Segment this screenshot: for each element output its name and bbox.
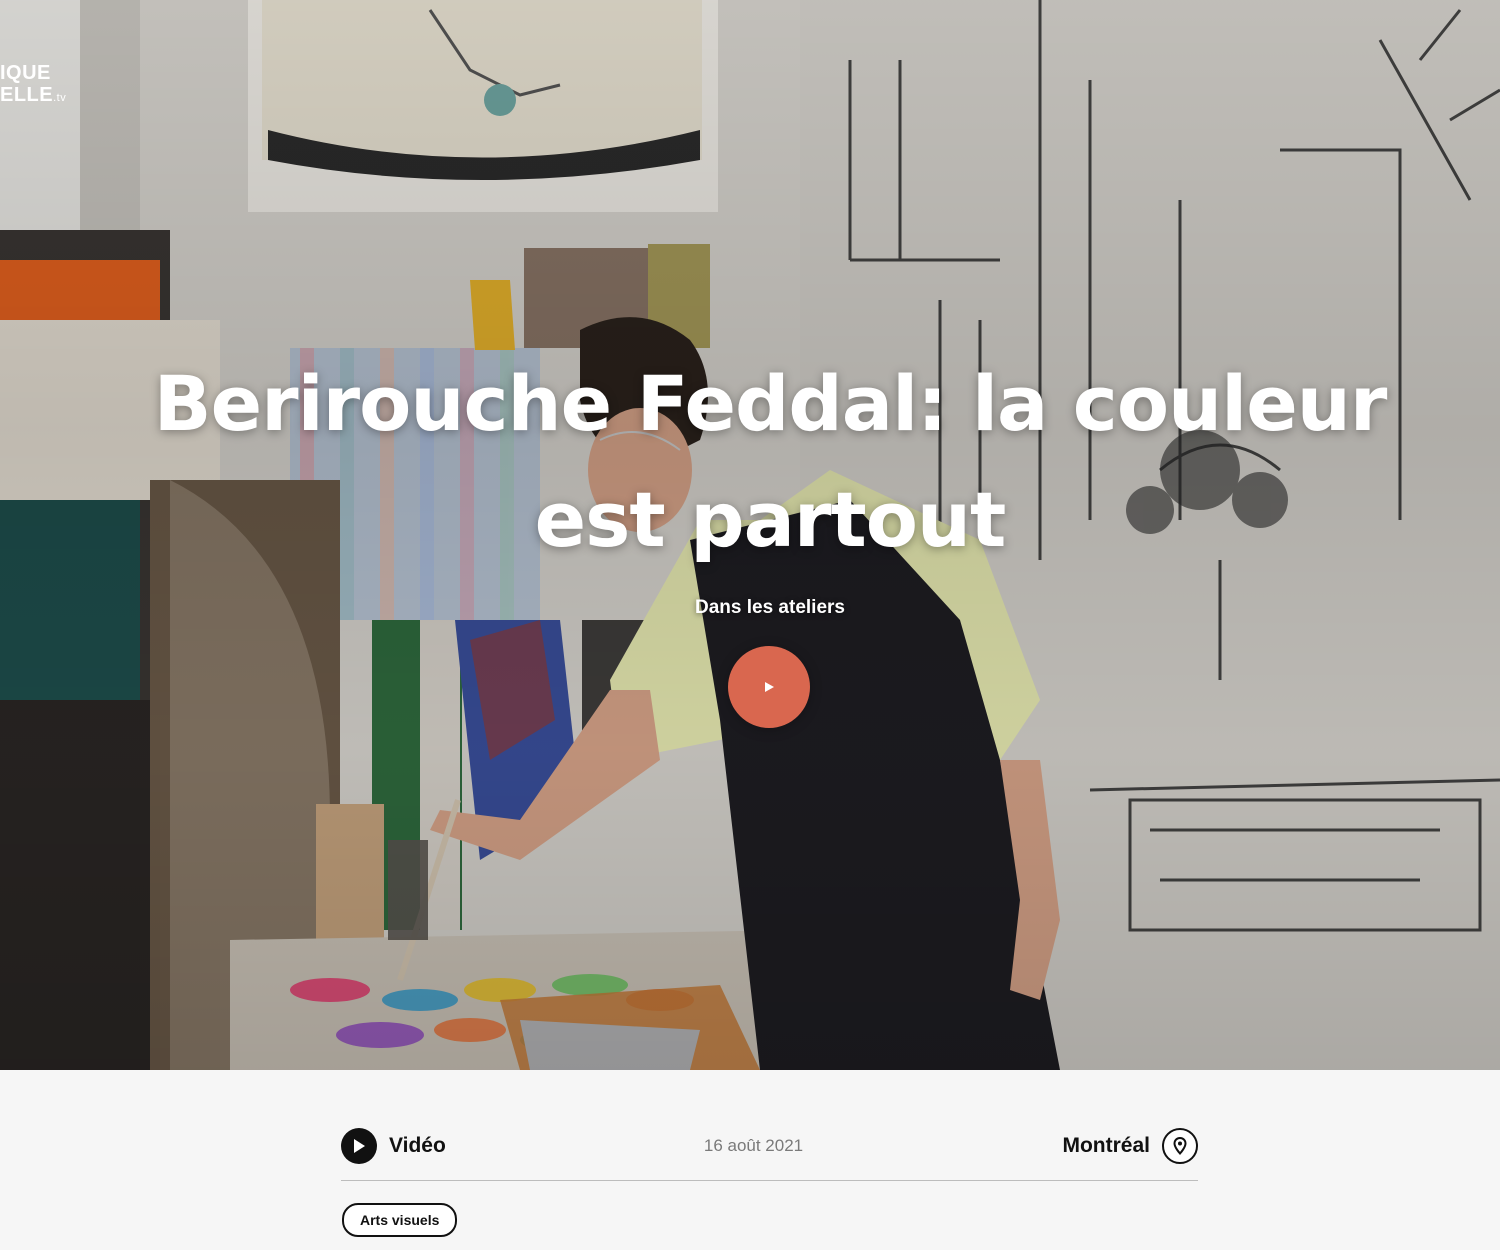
publish-date: 16 août 2021 [703,1136,804,1155]
logo-suffix: .tv [53,92,67,104]
play-circle-icon [341,1128,377,1164]
page-title: Berirouche Feddal: la couleur est partou… [153,359,1388,564]
content-type[interactable]: Vidéo [341,1128,446,1164]
hero-section: IQUE ELLE.tv Berirouche Feddal: la coule… [0,0,1500,1070]
video-meta-bar: Vidéo 16 août 2021 Montréal [341,1126,1198,1181]
location-label: Montréal [1062,1134,1150,1157]
play-icon [765,682,774,692]
logo-line-2: ELLE.tv [0,84,66,109]
content-type-label: Vidéo [389,1134,446,1157]
logo-line-1: IQUE [0,62,51,84]
tag-arts-visuels[interactable]: Arts visuels [342,1203,458,1237]
location[interactable]: Montréal [1062,1128,1198,1164]
series-label[interactable]: Dans les ateliers [570,597,970,619]
site-logo[interactable]: IQUE ELLE.tv [0,62,66,109]
play-video-button[interactable] [728,646,810,728]
map-pin-icon [1162,1128,1198,1164]
logo-line-2-text: ELLE [0,84,54,106]
